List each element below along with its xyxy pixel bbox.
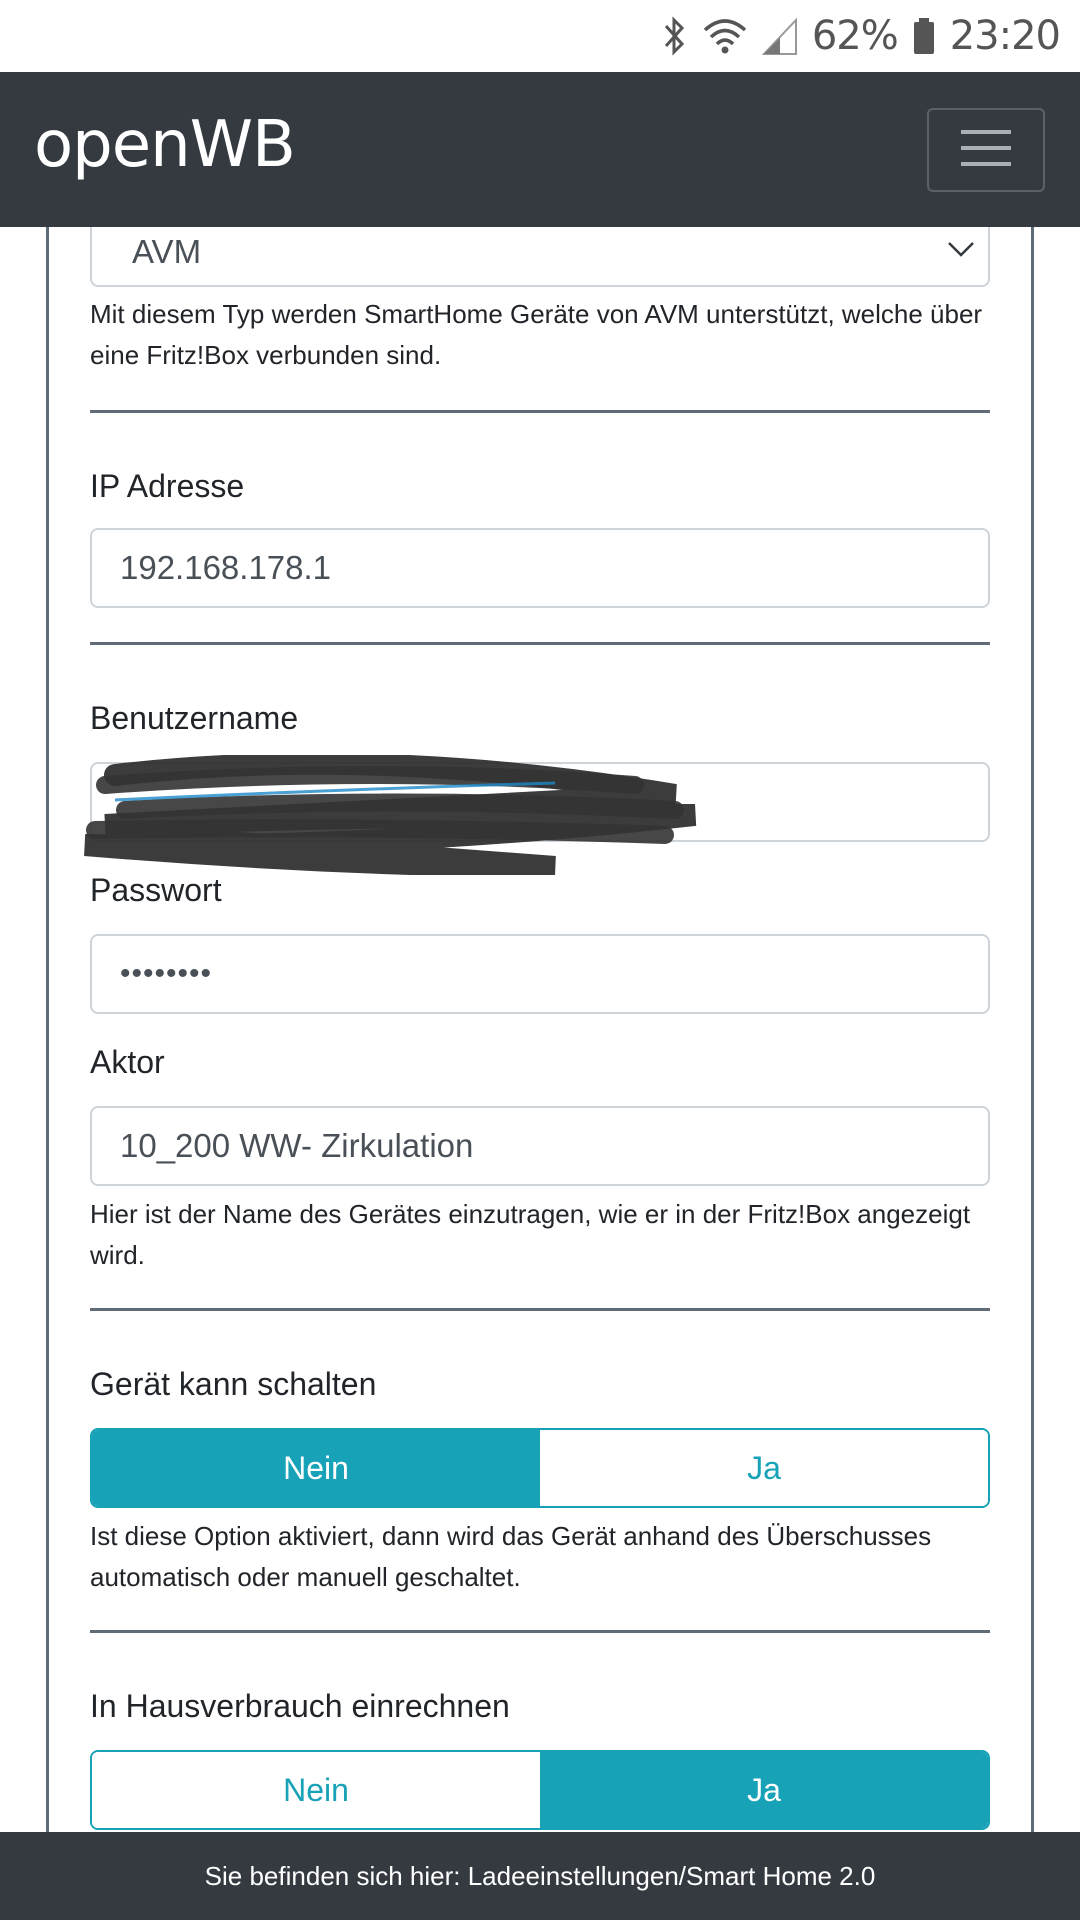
house-consumption-ja-button[interactable]: Ja bbox=[540, 1752, 988, 1828]
can-switch-ja-button[interactable]: Ja bbox=[540, 1430, 988, 1506]
password-input[interactable]: •••••••• bbox=[90, 934, 990, 1014]
chevron-down-icon bbox=[946, 239, 976, 264]
battery-percent: 62% bbox=[811, 13, 899, 59]
can-switch-label: Gerät kann schalten bbox=[90, 1366, 377, 1402]
can-switch-nein-button[interactable]: Nein bbox=[92, 1430, 540, 1506]
house-consumption-nein-button[interactable]: Nein bbox=[92, 1752, 540, 1828]
house-consumption-label: In Hausverbrauch einrechnen bbox=[90, 1688, 510, 1724]
footer-breadcrumb: Sie befinden sich hier: Ladeeinstellunge… bbox=[204, 1860, 876, 1891]
status-bar: 62% 23:20 bbox=[0, 0, 1080, 72]
ip-address-input[interactable]: 192.168.178.1 bbox=[90, 528, 990, 608]
actor-label: Aktor bbox=[90, 1044, 165, 1080]
username-label: Benutzername bbox=[90, 700, 299, 736]
divider bbox=[90, 642, 990, 645]
wifi-icon bbox=[702, 16, 748, 56]
bluetooth-icon bbox=[662, 16, 688, 56]
can-switch-toggle: Nein Ja bbox=[90, 1428, 990, 1508]
brand-logo[interactable]: openWB bbox=[34, 108, 296, 182]
divider bbox=[90, 410, 990, 413]
device-type-help: Mit diesem Typ werden SmartHome Geräte v… bbox=[90, 299, 983, 370]
footer: Sie befinden sich hier: Ladeeinstellunge… bbox=[0, 1832, 1080, 1920]
redaction-scribble bbox=[84, 755, 697, 875]
house-consumption-toggle: Nein Ja bbox=[90, 1750, 990, 1830]
device-type-select[interactable]: AVM bbox=[90, 227, 990, 287]
password-label: Passwort bbox=[90, 872, 222, 908]
menu-toggle-button[interactable] bbox=[927, 108, 1045, 192]
can-switch-help: Ist diese Option aktiviert, dann wird da… bbox=[90, 1521, 932, 1592]
clock: 23:20 bbox=[949, 13, 1061, 59]
hamburger-menu-icon bbox=[959, 126, 1013, 175]
divider bbox=[90, 1630, 990, 1633]
battery-icon bbox=[912, 16, 936, 56]
actor-help: Hier ist der Name des Gerätes einzutrage… bbox=[90, 1199, 971, 1270]
navbar: openWB bbox=[0, 72, 1080, 227]
device-type-value: AVM bbox=[132, 233, 202, 270]
actor-input[interactable]: 10_200 WW- Zirkulation bbox=[90, 1106, 990, 1186]
ip-address-label: IP Adresse bbox=[90, 468, 245, 504]
divider bbox=[90, 1308, 990, 1311]
signal-icon bbox=[761, 16, 798, 56]
